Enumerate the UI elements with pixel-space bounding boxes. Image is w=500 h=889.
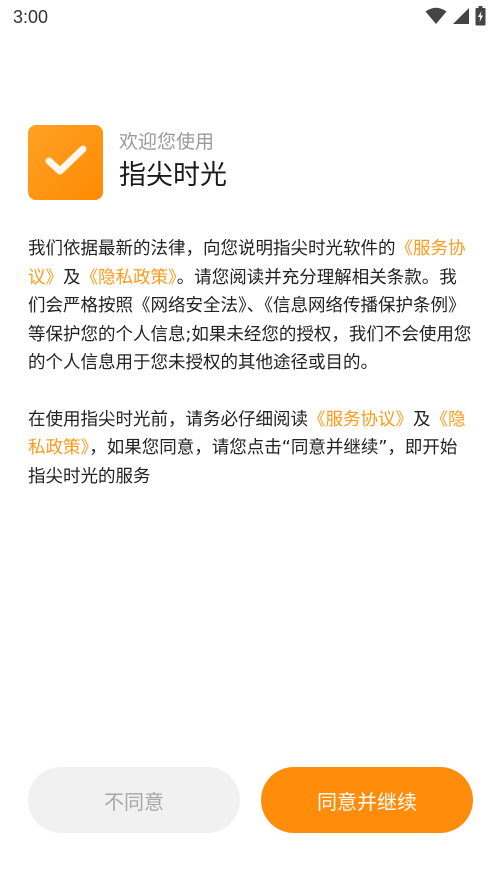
header-text: 欢迎您使用 指尖时光 (119, 129, 227, 195)
checkmark-icon (43, 142, 89, 182)
paragraph-text: 我们依据最新的法律，向您说明指尖时光软件的 (28, 239, 396, 259)
app-header: 欢迎您使用 指尖时光 (28, 124, 227, 200)
disagree-button[interactable]: 不同意 (28, 767, 240, 833)
paragraph-text: 在使用指尖时光前，请务必仔细阅读 (28, 409, 308, 430)
app-name: 指尖时光 (119, 160, 227, 191)
welcome-text: 欢迎您使用 (119, 131, 215, 153)
paragraph-text: 及 (63, 267, 81, 288)
status-bar: 3:00 (0, 0, 500, 36)
app-logo (28, 124, 103, 200)
cell-signal-icon (452, 7, 470, 25)
paragraph-text: 及 (413, 409, 431, 430)
wifi-icon (425, 7, 447, 25)
privacy-policy-link[interactable]: 《隐私政策》 (81, 268, 177, 288)
paragraph-text: ，如果您同意，请您点击“同意并继续”，即开始指尖时光的服务 (28, 438, 458, 487)
service-agreement-link[interactable]: 《服务协议》 (308, 410, 413, 430)
status-time: 3:00 (13, 7, 49, 27)
agreement-paragraph-1: 我们依据最新的法律，向您说明指尖时光软件的《服务协议》及《隐私政策》。请您阅读并… (28, 235, 474, 378)
agreement-paragraph-2: 在使用指尖时光前，请务必仔细阅读《服务协议》及《隐私政策》，如果您同意，请您点击… (28, 406, 474, 492)
agreement-text: 我们依据最新的法律，向您说明指尖时光软件的《服务协议》及《隐私政策》。请您阅读并… (28, 235, 474, 491)
battery-charging-icon (475, 6, 486, 26)
status-icons (425, 6, 486, 26)
agree-continue-button[interactable]: 同意并继续 (261, 767, 473, 833)
